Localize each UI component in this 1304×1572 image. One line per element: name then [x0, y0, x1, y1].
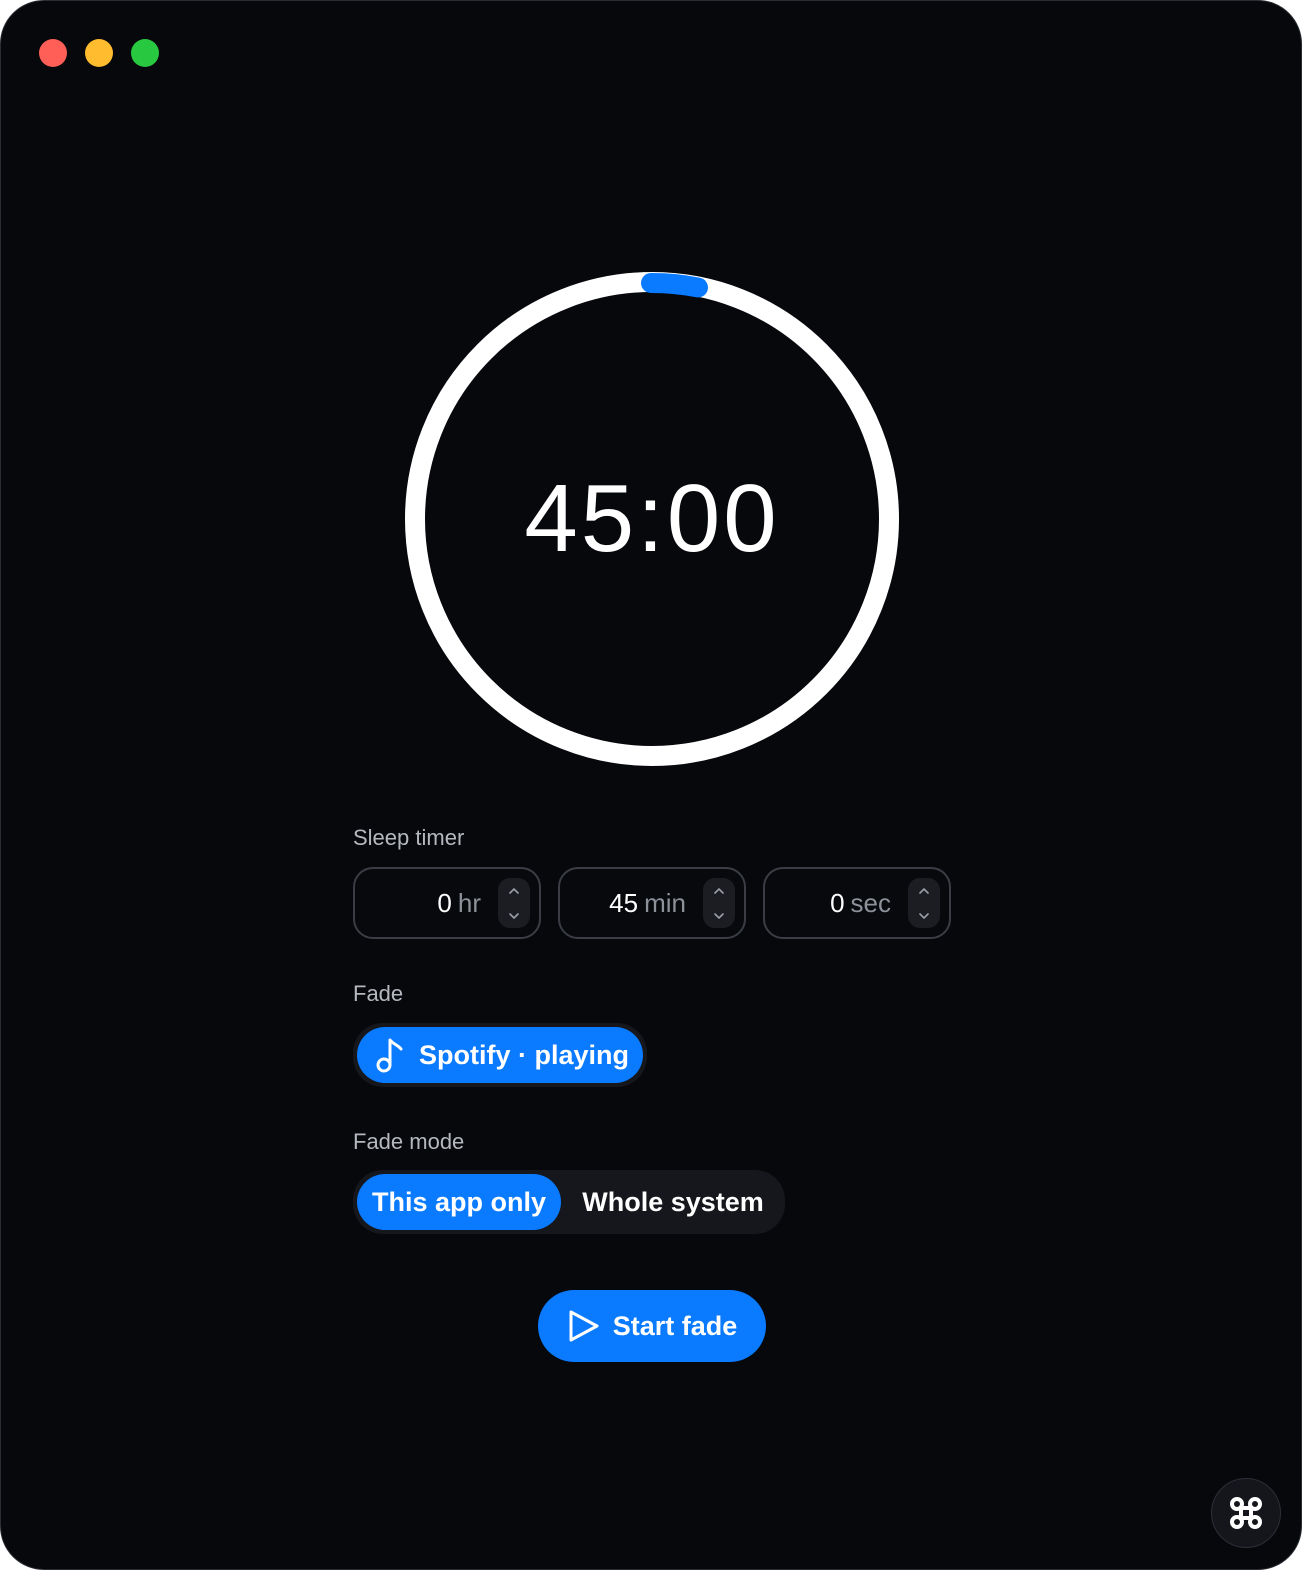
seconds-value[interactable]: 0 [830, 888, 844, 919]
hours-stepper[interactable]: 0 hr [353, 867, 541, 939]
fade-mode-segmented-control: This app only Whole system [353, 1170, 785, 1234]
fade-source-spotify[interactable]: Spotify · playing [357, 1027, 643, 1083]
seconds-increment-button[interactable] [908, 878, 940, 903]
chevron-up-icon [714, 887, 724, 894]
minutes-stepper[interactable]: 45 min [558, 867, 746, 939]
fade-mode-this-app-only[interactable]: This app only [357, 1174, 561, 1230]
maximize-window-button[interactable] [131, 39, 159, 67]
chevron-down-icon [919, 912, 929, 919]
start-fade-button[interactable]: Start fade [538, 1290, 766, 1362]
timer-dial[interactable]: 45:00 [404, 271, 900, 767]
hours-unit: hr [457, 887, 481, 918]
hours-value[interactable]: 0 [437, 888, 451, 919]
minutes-increment-button[interactable] [703, 878, 735, 903]
sleep-timer-label: Sleep timer [353, 825, 465, 850]
seconds-decrement-button[interactable] [908, 903, 940, 928]
play-icon [569, 1310, 599, 1342]
minutes-value[interactable]: 45 [609, 888, 638, 919]
chevron-up-icon [509, 887, 519, 894]
start-fade-label: Start fade [612, 1310, 738, 1341]
seconds-unit: sec [850, 887, 891, 918]
chevron-down-icon [714, 912, 724, 919]
app-window: 45:00 Sleep timer 0 hr 45 min 0 sec Fade… [0, 0, 1302, 1570]
timer-display: 45:00 [524, 465, 780, 572]
fade-source-label: Spotify · playing [419, 1039, 630, 1070]
minimize-window-button[interactable] [85, 39, 113, 67]
fade-mode-whole-system[interactable]: Whole system [567, 1174, 779, 1230]
close-window-button[interactable] [39, 39, 67, 67]
minutes-unit: min [644, 887, 686, 918]
chevron-up-icon [919, 887, 929, 894]
fade-label: Fade [353, 981, 404, 1006]
command-icon [1230, 1497, 1262, 1529]
hours-decrement-button[interactable] [498, 903, 530, 928]
hours-increment-button[interactable] [498, 878, 530, 903]
minutes-decrement-button[interactable] [703, 903, 735, 928]
command-button[interactable] [1211, 1478, 1281, 1548]
fade-source-group: Spotify · playing [353, 1023, 647, 1087]
seconds-stepper[interactable]: 0 sec [763, 867, 951, 939]
music-note-icon [376, 1038, 403, 1073]
chevron-down-icon [509, 912, 519, 919]
fade-mode-label: Fade mode [353, 1129, 465, 1154]
